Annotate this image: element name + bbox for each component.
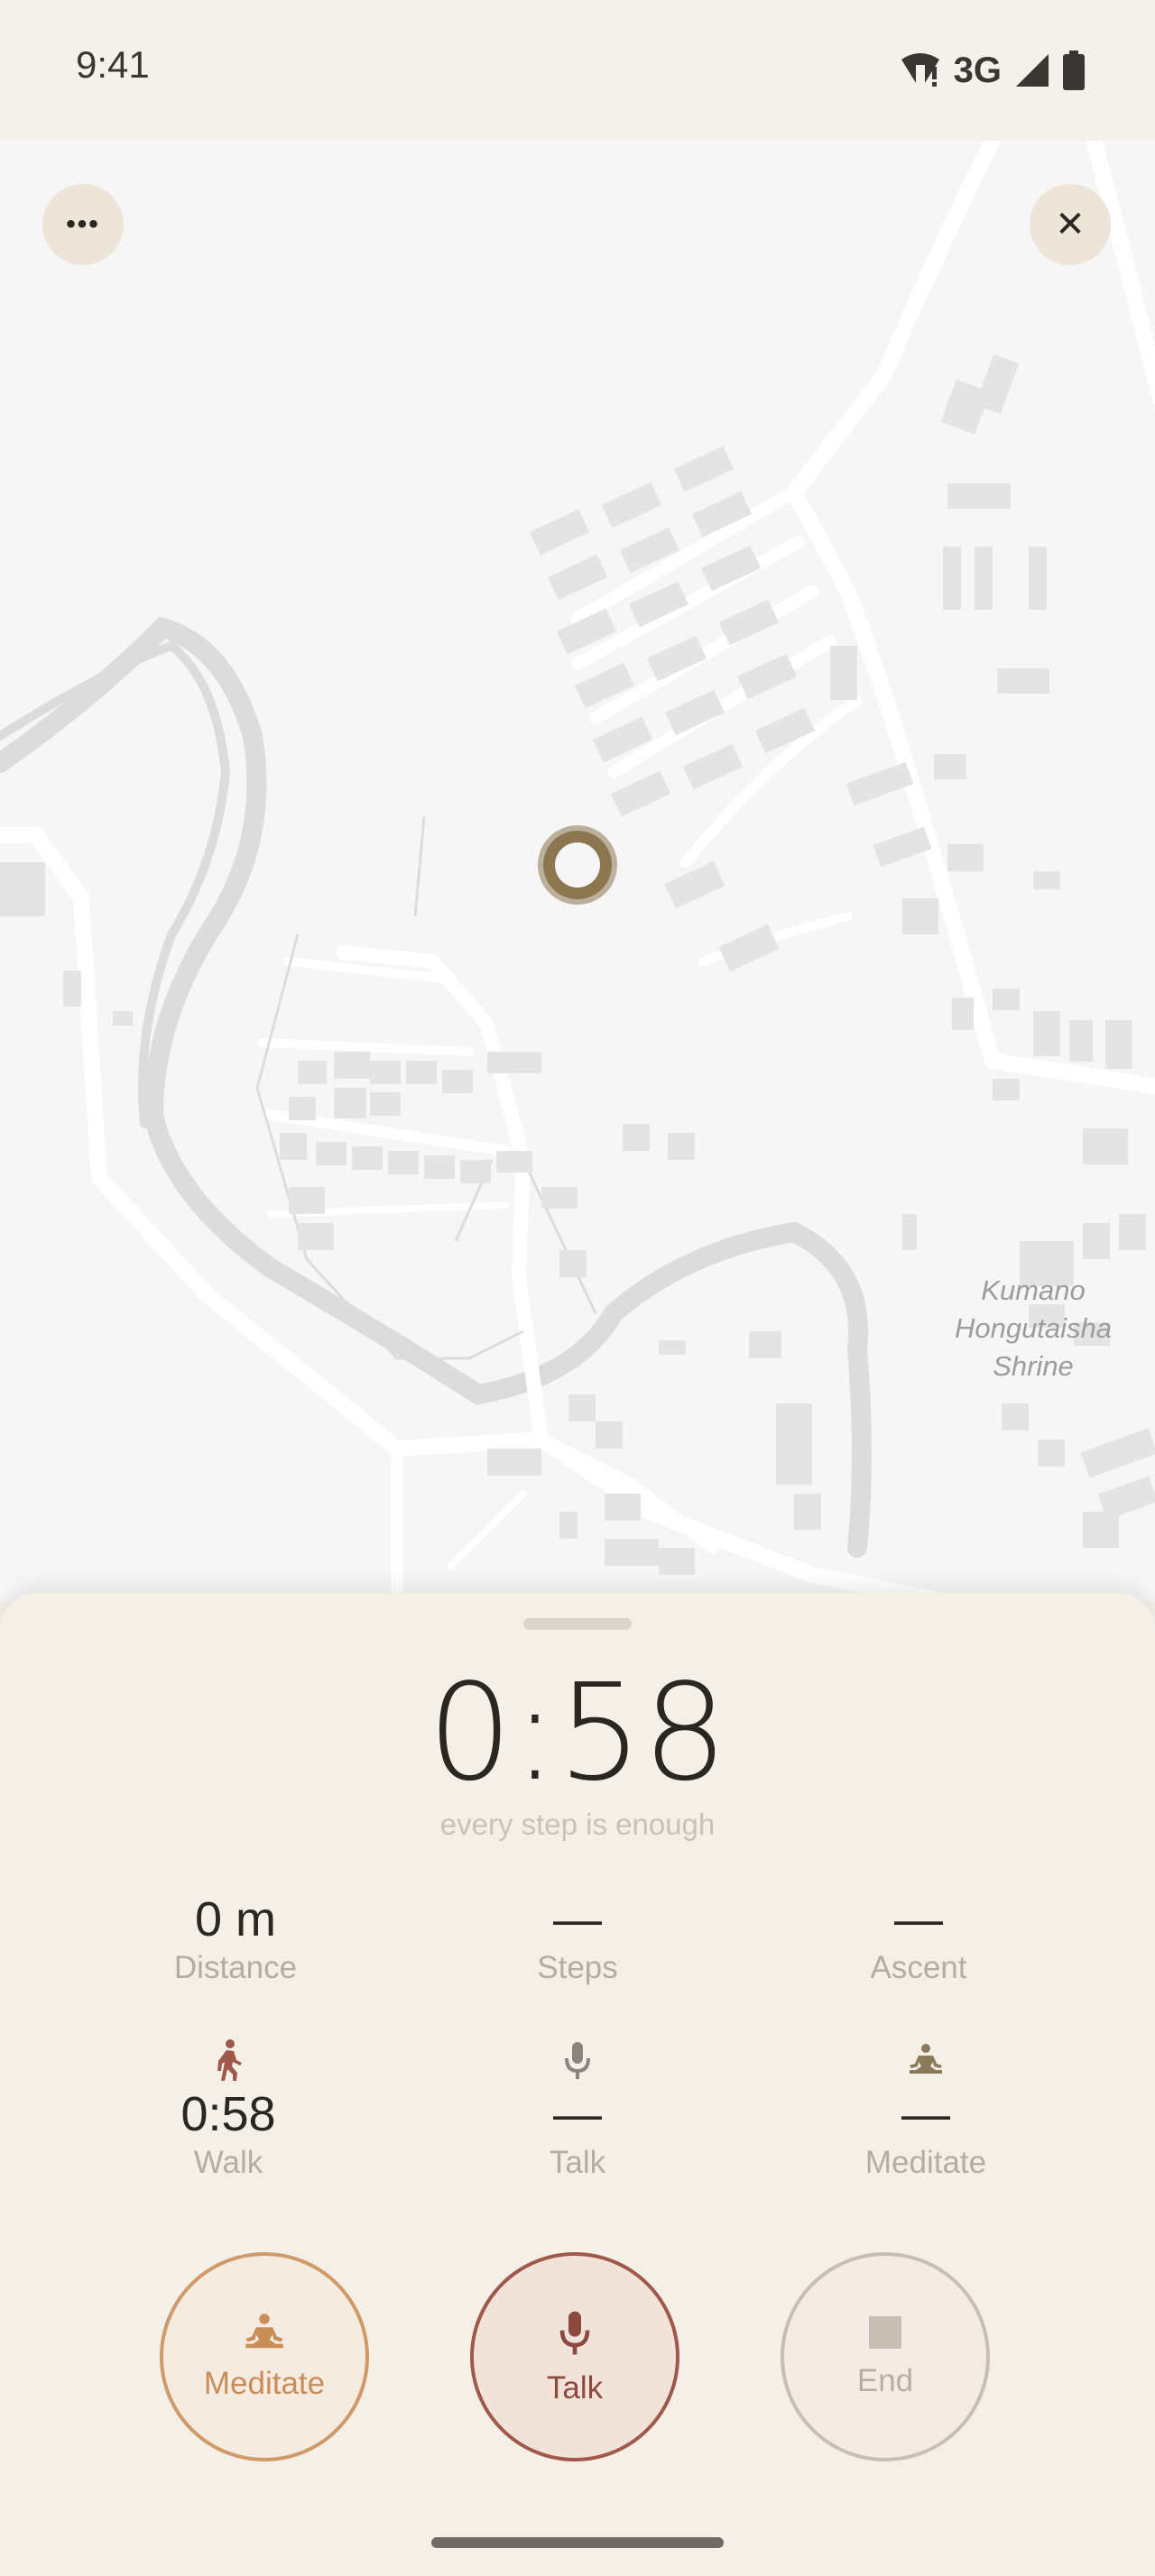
wifi-alert-icon bbox=[901, 53, 939, 87]
more-options-button[interactable]: ••• bbox=[42, 184, 124, 265]
end-button[interactable]: End bbox=[781, 2252, 990, 2461]
session-tagline: every step is enough bbox=[439, 1808, 716, 1841]
session-timer: 0:58 bbox=[427, 1655, 728, 1810]
map-place-label[interactable]: Kumano Hongutaisha Shrine bbox=[938, 1272, 1128, 1385]
stat-value: — bbox=[553, 1892, 602, 1946]
status-time: 9:41 bbox=[76, 43, 150, 86]
walk-icon bbox=[93, 2035, 364, 2085]
talk-button[interactable]: Talk bbox=[470, 2252, 679, 2461]
stat-label: Ascent bbox=[870, 1950, 967, 1985]
stat-label: Meditate bbox=[864, 2145, 987, 2180]
stat-walk: 0:58 Walk bbox=[93, 2035, 364, 2181]
signal-icon bbox=[1016, 54, 1049, 87]
session-sheet: 0:58 every step is enough 0 m Distance —… bbox=[0, 1593, 1155, 2576]
stat-label: Distance bbox=[173, 1950, 298, 1985]
stat-label: Talk bbox=[549, 2145, 606, 2180]
talk-button-label: Talk bbox=[546, 2370, 604, 2406]
stat-distance: 0 m Distance bbox=[100, 1891, 371, 1986]
more-icon: ••• bbox=[66, 209, 100, 239]
status-icons: 3G bbox=[900, 49, 1085, 92]
mic-icon bbox=[442, 2035, 713, 2085]
stat-value: — bbox=[901, 2087, 950, 2141]
stat-meditate: — Meditate bbox=[790, 2035, 1061, 2181]
stat-ascent: — Ascent bbox=[783, 1891, 1054, 1986]
meditate-icon bbox=[245, 2314, 283, 2349]
stat-label: Walk bbox=[193, 2145, 263, 2180]
end-button-label: End bbox=[856, 2363, 914, 2398]
stat-label: Steps bbox=[537, 1950, 618, 1985]
map-view[interactable]: Kumano Hongutaisha Shrine ••• ✕ bbox=[0, 141, 1155, 1602]
close-icon: ✕ bbox=[1055, 205, 1086, 244]
current-location-marker bbox=[538, 825, 617, 905]
mic-icon bbox=[559, 2311, 590, 2355]
status-bar: 9:41 3G bbox=[0, 0, 1155, 141]
stat-value: — bbox=[894, 1892, 943, 1946]
stop-icon bbox=[869, 2316, 901, 2349]
battery-icon bbox=[1063, 51, 1085, 90]
close-button[interactable]: ✕ bbox=[1030, 184, 1111, 265]
stat-steps: — Steps bbox=[442, 1891, 713, 1986]
network-type: 3G bbox=[953, 50, 1002, 90]
drag-handle[interactable] bbox=[523, 1618, 632, 1630]
buildings bbox=[0, 354, 1155, 1575]
stat-talk: — Talk bbox=[442, 2035, 713, 2181]
meditate-button[interactable]: Meditate bbox=[160, 2252, 369, 2461]
stat-value: 0:58 bbox=[180, 2087, 276, 2141]
stat-value: — bbox=[553, 2087, 602, 2141]
stat-value: 0 m bbox=[194, 1892, 277, 1946]
meditate-button-label: Meditate bbox=[203, 2366, 326, 2401]
footpaths bbox=[255, 816, 597, 1360]
home-indicator[interactable] bbox=[431, 2537, 724, 2548]
meditate-icon bbox=[790, 2035, 1061, 2085]
